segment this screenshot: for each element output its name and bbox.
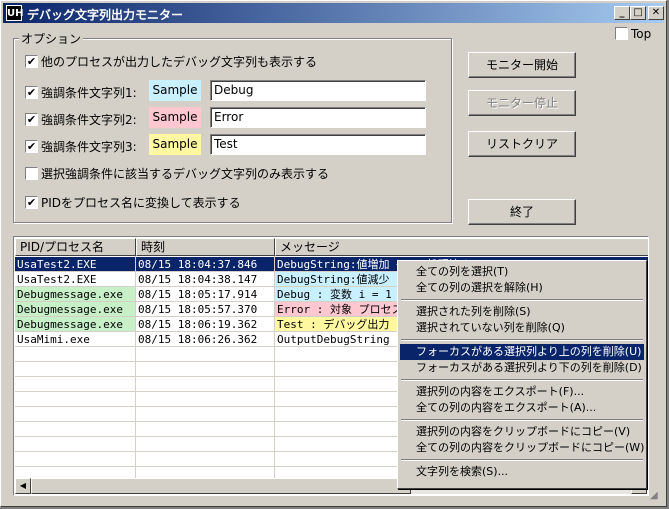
highlight-3-checkbox[interactable]: ✔ xyxy=(25,140,38,153)
menu-separator xyxy=(401,419,643,421)
cell-time: 08/15 18:06:19.362 xyxy=(136,317,275,332)
highlight-3-input[interactable]: Test xyxy=(210,134,426,155)
cell-time: 08/15 18:04:38.147 xyxy=(136,272,275,287)
top-checkbox[interactable] xyxy=(615,27,628,40)
show-other-process-label: 他のプロセスが出力したデバッグ文字列も表示する xyxy=(41,55,318,69)
highlight-2-option[interactable]: ✔ 強調条件文字列2: xyxy=(25,111,137,128)
only-matching-label: 選択強調条件に該当するデバッグ文字列のみ表示する xyxy=(41,167,330,181)
menu-separator xyxy=(401,459,643,461)
highlight-2-label: 強調条件文字列2: xyxy=(41,113,137,127)
stop-monitor-button[interactable]: モニター停止 xyxy=(468,90,576,116)
cell-process: Debugmessage.exe xyxy=(15,302,136,317)
menu-item[interactable]: フォーカスがある選択列より下の列を削除(D) xyxy=(400,360,644,376)
only-matching-option[interactable]: 選択強調条件に該当するデバッグ文字列のみ表示する xyxy=(25,165,329,182)
context-menu: 全ての列を選択(T) 全ての列の選択を解除(H) 選択された列を削除(S) 選択されて… xyxy=(397,260,647,489)
scroll-thumb[interactable] xyxy=(31,478,411,494)
exit-button[interactable]: 終了 xyxy=(468,199,576,225)
scroll-left-icon[interactable]: ◀ xyxy=(15,478,31,494)
window-title: デバッグ文字列出力モニター xyxy=(27,8,184,22)
column-header-time[interactable]: 時刻 xyxy=(136,238,275,256)
highlight-1-label: 強調条件文字列1: xyxy=(41,86,137,100)
highlight-2-sample[interactable]: Sample xyxy=(149,107,201,128)
menu-item[interactable]: 選択列の内容をクリップボードにコピー(V) xyxy=(400,424,644,440)
highlight-1-sample[interactable]: Sample xyxy=(149,80,201,101)
cell-process: Debugmessage.exe xyxy=(15,287,136,302)
resize-grip-icon[interactable]: ◢ xyxy=(650,490,664,504)
menu-separator xyxy=(401,299,643,301)
menu-item[interactable]: 選択された列を削除(S) xyxy=(400,304,644,320)
cell-time: 08/15 18:05:57.370 xyxy=(136,302,275,317)
menu-item[interactable]: 全ての列を選択(T) xyxy=(400,264,644,280)
menu-item[interactable]: 全ての列の内容をエクスポート(A)... xyxy=(400,400,644,416)
cell-process: UsaTest2.EXE xyxy=(15,257,136,272)
highlight-2-checkbox[interactable]: ✔ xyxy=(25,113,38,126)
cell-process: UsaTest2.EXE xyxy=(15,272,136,287)
column-header-message[interactable]: メッセージ xyxy=(275,238,648,256)
title-bar[interactable]: UH デバッグ文字列出力モニター _ □ ✕ xyxy=(3,3,664,23)
clear-list-button[interactable]: リストクリア xyxy=(468,131,576,157)
menu-separator xyxy=(401,379,643,381)
highlight-3-option[interactable]: ✔ 強調条件文字列3: xyxy=(25,138,137,155)
pid-to-name-option[interactable]: ✔ PIDをプロセス名に変換して表示する xyxy=(25,194,241,211)
menu-item[interactable]: フォーカスがある選択列より上の列を削除(U) xyxy=(400,344,644,360)
grid-line xyxy=(274,256,275,483)
menu-item[interactable]: 選択されていない列を削除(Q) xyxy=(400,320,644,336)
menu-item[interactable]: 文字列を検索(S)... xyxy=(400,464,644,480)
highlight-2-input[interactable]: Error xyxy=(210,107,426,128)
menu-item[interactable]: 選択列の内容をエクスポート(F)... xyxy=(400,384,644,400)
pid-to-name-label: PIDをプロセス名に変換して表示する xyxy=(41,196,241,210)
app-icon: UH xyxy=(6,5,24,21)
menu-item[interactable]: 全ての列の選択を解除(H) xyxy=(400,280,644,296)
show-other-process-checkbox[interactable]: ✔ xyxy=(25,55,38,68)
cell-process: Debugmessage.exe xyxy=(15,317,136,332)
main-window: UH デバッグ文字列出力モニター _ □ ✕ Top オプション ✔ 他のプロセス… xyxy=(0,0,667,507)
maximize-button[interactable]: □ xyxy=(630,6,646,20)
menu-item[interactable]: 全ての列の内容をクリップボードにコピー(W) xyxy=(400,440,644,456)
cell-time: 08/15 18:06:26.362 xyxy=(136,332,275,347)
show-other-process-option[interactable]: ✔ 他のプロセスが出力したデバッグ文字列も表示する xyxy=(25,53,317,70)
only-matching-checkbox[interactable] xyxy=(25,167,38,180)
pid-to-name-checkbox[interactable]: ✔ xyxy=(25,196,38,209)
highlight-3-label: 強調条件文字列3: xyxy=(41,140,137,154)
top-checkbox-row[interactable]: Top xyxy=(615,26,651,41)
options-group-label: オプション xyxy=(19,30,84,47)
column-header-process[interactable]: PID/プロセス名 xyxy=(15,238,136,256)
cell-time: 08/15 18:04:37.846 xyxy=(136,257,275,272)
grid-line xyxy=(135,256,136,483)
cell-process: UsaMimi.exe xyxy=(15,332,136,347)
top-label: Top xyxy=(631,26,652,41)
highlight-1-checkbox[interactable]: ✔ xyxy=(25,86,38,99)
start-monitor-button[interactable]: モニター開始 xyxy=(468,52,576,78)
minimize-button[interactable]: _ xyxy=(614,6,630,20)
highlight-1-option[interactable]: ✔ 強調条件文字列1: xyxy=(25,84,137,101)
highlight-3-sample[interactable]: Sample xyxy=(149,134,201,155)
cell-time: 08/15 18:05:17.914 xyxy=(136,287,275,302)
close-button[interactable]: ✕ xyxy=(648,6,664,20)
menu-separator xyxy=(401,339,643,341)
highlight-1-input[interactable]: Debug xyxy=(210,80,426,101)
